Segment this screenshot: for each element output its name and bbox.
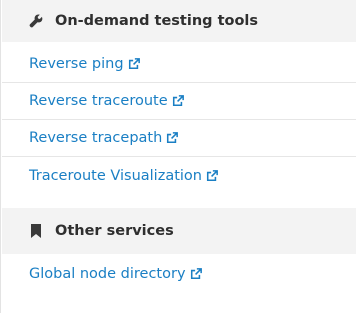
list-item: Reverse tracepath [2,120,356,157]
wrench-icon [29,14,43,28]
external-link-icon [167,132,179,144]
external-link-icon [128,58,140,70]
reverse-traceroute-link[interactable]: Reverse traceroute [29,93,184,109]
external-link-icon [190,267,202,279]
bookmark-icon [29,224,43,238]
sidebar-panel: On-demand testing tools Reverse ping Rev… [0,0,356,313]
list-item: Reverse ping [2,46,356,83]
link-label: Reverse ping [29,56,124,72]
list-item: Global node directory [2,255,356,292]
external-link-icon [206,169,218,181]
list-item: Traceroute Visualization [2,157,356,194]
list-item: Reverse traceroute [2,83,356,120]
reverse-ping-link[interactable]: Reverse ping [29,56,140,72]
traceroute-visualization-link[interactable]: Traceroute Visualization [29,168,218,184]
link-label: Traceroute Visualization [29,167,202,184]
external-link-icon [172,95,184,107]
link-label: Reverse traceroute [29,93,168,109]
section-title: Other services [55,223,174,239]
link-label: Reverse tracepath [29,130,163,146]
global-node-directory-link[interactable]: Global node directory [29,266,202,282]
section-header-testing-tools: On-demand testing tools [2,0,356,42]
section-header-other-services: Other services [2,208,356,254]
link-label: Global node directory [29,265,186,282]
reverse-tracepath-link[interactable]: Reverse tracepath [29,130,179,146]
section-title: On-demand testing tools [55,13,259,29]
